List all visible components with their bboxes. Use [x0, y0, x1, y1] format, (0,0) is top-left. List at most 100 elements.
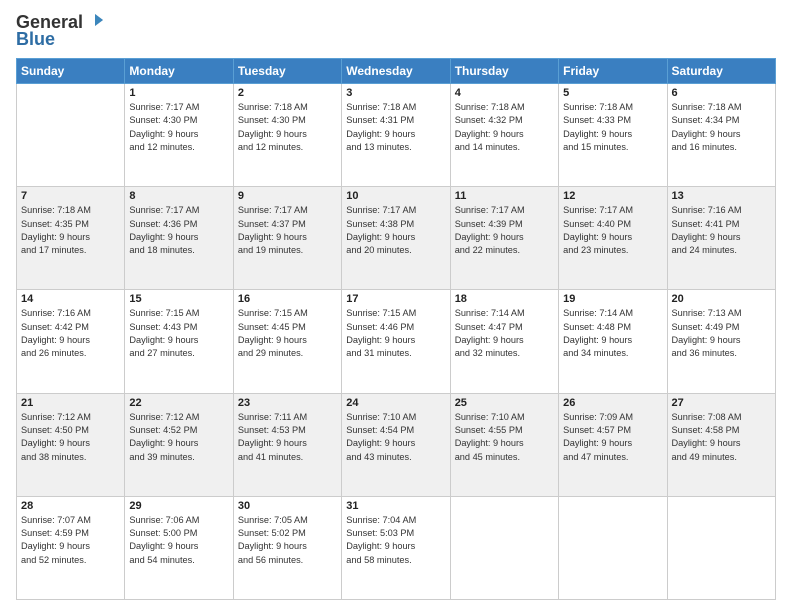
logo: General Blue [16, 12, 105, 50]
daylight-minutes: and 17 minutes. [21, 244, 120, 257]
weekday-header: Tuesday [233, 59, 341, 84]
sunrise-text: Sunrise: 7:16 AM [21, 307, 120, 320]
day-number: 26 [563, 397, 662, 409]
page: General Blue SundayMondayTuesdayWednesda… [0, 0, 792, 612]
daylight-minutes: and 45 minutes. [455, 451, 554, 464]
calendar-cell: 18Sunrise: 7:14 AMSunset: 4:47 PMDayligh… [450, 290, 558, 393]
calendar-cell: 20Sunrise: 7:13 AMSunset: 4:49 PMDayligh… [667, 290, 775, 393]
sunrise-text: Sunrise: 7:17 AM [346, 204, 445, 217]
sunrise-text: Sunrise: 7:18 AM [563, 101, 662, 114]
day-number: 20 [672, 293, 771, 305]
daylight-minutes: and 23 minutes. [563, 244, 662, 257]
sunset-text: Sunset: 4:52 PM [129, 424, 228, 437]
day-number: 6 [672, 87, 771, 99]
day-number: 14 [21, 293, 120, 305]
calendar-cell: 13Sunrise: 7:16 AMSunset: 4:41 PMDayligh… [667, 187, 775, 290]
day-info: Sunrise: 7:14 AMSunset: 4:47 PMDaylight:… [455, 307, 554, 360]
day-number: 11 [455, 190, 554, 202]
day-info: Sunrise: 7:17 AMSunset: 4:30 PMDaylight:… [129, 101, 228, 154]
day-number: 10 [346, 190, 445, 202]
calendar-table: SundayMondayTuesdayWednesdayThursdayFrid… [16, 58, 776, 600]
calendar-cell: 1 Sunrise: 7:17 AMSunset: 4:30 PMDaylight… [125, 84, 233, 187]
day-number: 8 [129, 190, 228, 202]
calendar-cell: 29 Sunrise: 7:06 AMSunset: 5:00 PMDayligh… [125, 496, 233, 599]
daylight-minutes: and 52 minutes. [21, 554, 120, 567]
day-number: 17 [346, 293, 445, 305]
daylight-minutes: and 20 minutes. [346, 244, 445, 257]
calendar-cell: 27 Sunrise: 7:08 AMSunset: 4:58 PMDayligh… [667, 393, 775, 496]
daylight-minutes: and 14 minutes. [455, 141, 554, 154]
calendar-cell: 15Sunrise: 7:15 AMSunset: 4:43 PMDayligh… [125, 290, 233, 393]
day-number: 2 [238, 87, 337, 99]
sunrise-text: Sunrise: 7:17 AM [455, 204, 554, 217]
day-info: Sunrise: 7:12 AMSunset: 4:52 PMDaylight:… [129, 411, 228, 464]
daylight-minutes: and 38 minutes. [21, 451, 120, 464]
day-info: Sunrise: 7:06 AMSunset: 5:00 PMDaylight:… [129, 514, 228, 567]
daylight-hours: Daylight: 9 hours [21, 231, 120, 244]
day-number: 23 [238, 397, 337, 409]
calendar-week-row: 1 Sunrise: 7:17 AMSunset: 4:30 PMDaylight… [17, 84, 776, 187]
daylight-minutes: and 47 minutes. [563, 451, 662, 464]
day-number: 1 [129, 87, 228, 99]
daylight-hours: Daylight: 9 hours [21, 334, 120, 347]
day-info: Sunrise: 7:11 AMSunset: 4:53 PMDaylight:… [238, 411, 337, 464]
calendar-cell: 30Sunrise: 7:05 AMSunset: 5:02 PMDayligh… [233, 496, 341, 599]
day-info: Sunrise: 7:18 AMSunset: 4:33 PMDaylight:… [563, 101, 662, 154]
daylight-minutes: and 24 minutes. [672, 244, 771, 257]
day-info: Sunrise: 7:15 AMSunset: 4:43 PMDaylight:… [129, 307, 228, 360]
daylight-minutes: and 36 minutes. [672, 347, 771, 360]
sunset-text: Sunset: 4:34 PM [672, 114, 771, 127]
daylight-hours: Daylight: 9 hours [672, 437, 771, 450]
daylight-hours: Daylight: 9 hours [563, 231, 662, 244]
calendar-cell: 17Sunrise: 7:15 AMSunset: 4:46 PMDayligh… [342, 290, 450, 393]
day-info: Sunrise: 7:17 AMSunset: 4:40 PMDaylight:… [563, 204, 662, 257]
sunset-text: Sunset: 4:55 PM [455, 424, 554, 437]
weekday-header: Friday [559, 59, 667, 84]
day-number: 16 [238, 293, 337, 305]
sunset-text: Sunset: 4:46 PM [346, 321, 445, 334]
daylight-minutes: and 22 minutes. [455, 244, 554, 257]
sunset-text: Sunset: 4:50 PM [21, 424, 120, 437]
calendar-cell: 7 Sunrise: 7:18 AMSunset: 4:35 PMDaylight… [17, 187, 125, 290]
day-info: Sunrise: 7:18 AMSunset: 4:35 PMDaylight:… [21, 204, 120, 257]
daylight-hours: Daylight: 9 hours [346, 540, 445, 553]
sunrise-text: Sunrise: 7:12 AM [129, 411, 228, 424]
day-info: Sunrise: 7:04 AMSunset: 5:03 PMDaylight:… [346, 514, 445, 567]
sunrise-text: Sunrise: 7:07 AM [21, 514, 120, 527]
calendar-cell: 11Sunrise: 7:17 AMSunset: 4:39 PMDayligh… [450, 187, 558, 290]
sunrise-text: Sunrise: 7:04 AM [346, 514, 445, 527]
daylight-hours: Daylight: 9 hours [129, 540, 228, 553]
sunset-text: Sunset: 4:48 PM [563, 321, 662, 334]
sunrise-text: Sunrise: 7:06 AM [129, 514, 228, 527]
calendar-cell: 23 Sunrise: 7:11 AMSunset: 4:53 PMDayligh… [233, 393, 341, 496]
day-info: Sunrise: 7:18 AMSunset: 4:32 PMDaylight:… [455, 101, 554, 154]
sunrise-text: Sunrise: 7:17 AM [129, 101, 228, 114]
sunset-text: Sunset: 4:31 PM [346, 114, 445, 127]
sunrise-text: Sunrise: 7:12 AM [21, 411, 120, 424]
calendar-cell: 21Sunrise: 7:12 AMSunset: 4:50 PMDayligh… [17, 393, 125, 496]
sunrise-text: Sunrise: 7:13 AM [672, 307, 771, 320]
day-number: 29 [129, 500, 228, 512]
daylight-minutes: and 58 minutes. [346, 554, 445, 567]
daylight-hours: Daylight: 9 hours [563, 334, 662, 347]
sunset-text: Sunset: 4:54 PM [346, 424, 445, 437]
daylight-minutes: and 54 minutes. [129, 554, 228, 567]
day-info: Sunrise: 7:08 AMSunset: 4:58 PMDaylight:… [672, 411, 771, 464]
daylight-hours: Daylight: 9 hours [455, 231, 554, 244]
day-info: Sunrise: 7:05 AMSunset: 5:02 PMDaylight:… [238, 514, 337, 567]
sunset-text: Sunset: 4:47 PM [455, 321, 554, 334]
sunset-text: Sunset: 4:57 PM [563, 424, 662, 437]
day-info: Sunrise: 7:18 AMSunset: 4:30 PMDaylight:… [238, 101, 337, 154]
sunset-text: Sunset: 4:30 PM [238, 114, 337, 127]
sunrise-text: Sunrise: 7:17 AM [563, 204, 662, 217]
daylight-hours: Daylight: 9 hours [129, 231, 228, 244]
day-number: 7 [21, 190, 120, 202]
day-number: 27 [672, 397, 771, 409]
daylight-hours: Daylight: 9 hours [238, 540, 337, 553]
daylight-hours: Daylight: 9 hours [563, 437, 662, 450]
sunset-text: Sunset: 4:43 PM [129, 321, 228, 334]
daylight-hours: Daylight: 9 hours [672, 334, 771, 347]
sunset-text: Sunset: 4:35 PM [21, 218, 120, 231]
day-info: Sunrise: 7:18 AMSunset: 4:31 PMDaylight:… [346, 101, 445, 154]
sunset-text: Sunset: 4:30 PM [129, 114, 228, 127]
